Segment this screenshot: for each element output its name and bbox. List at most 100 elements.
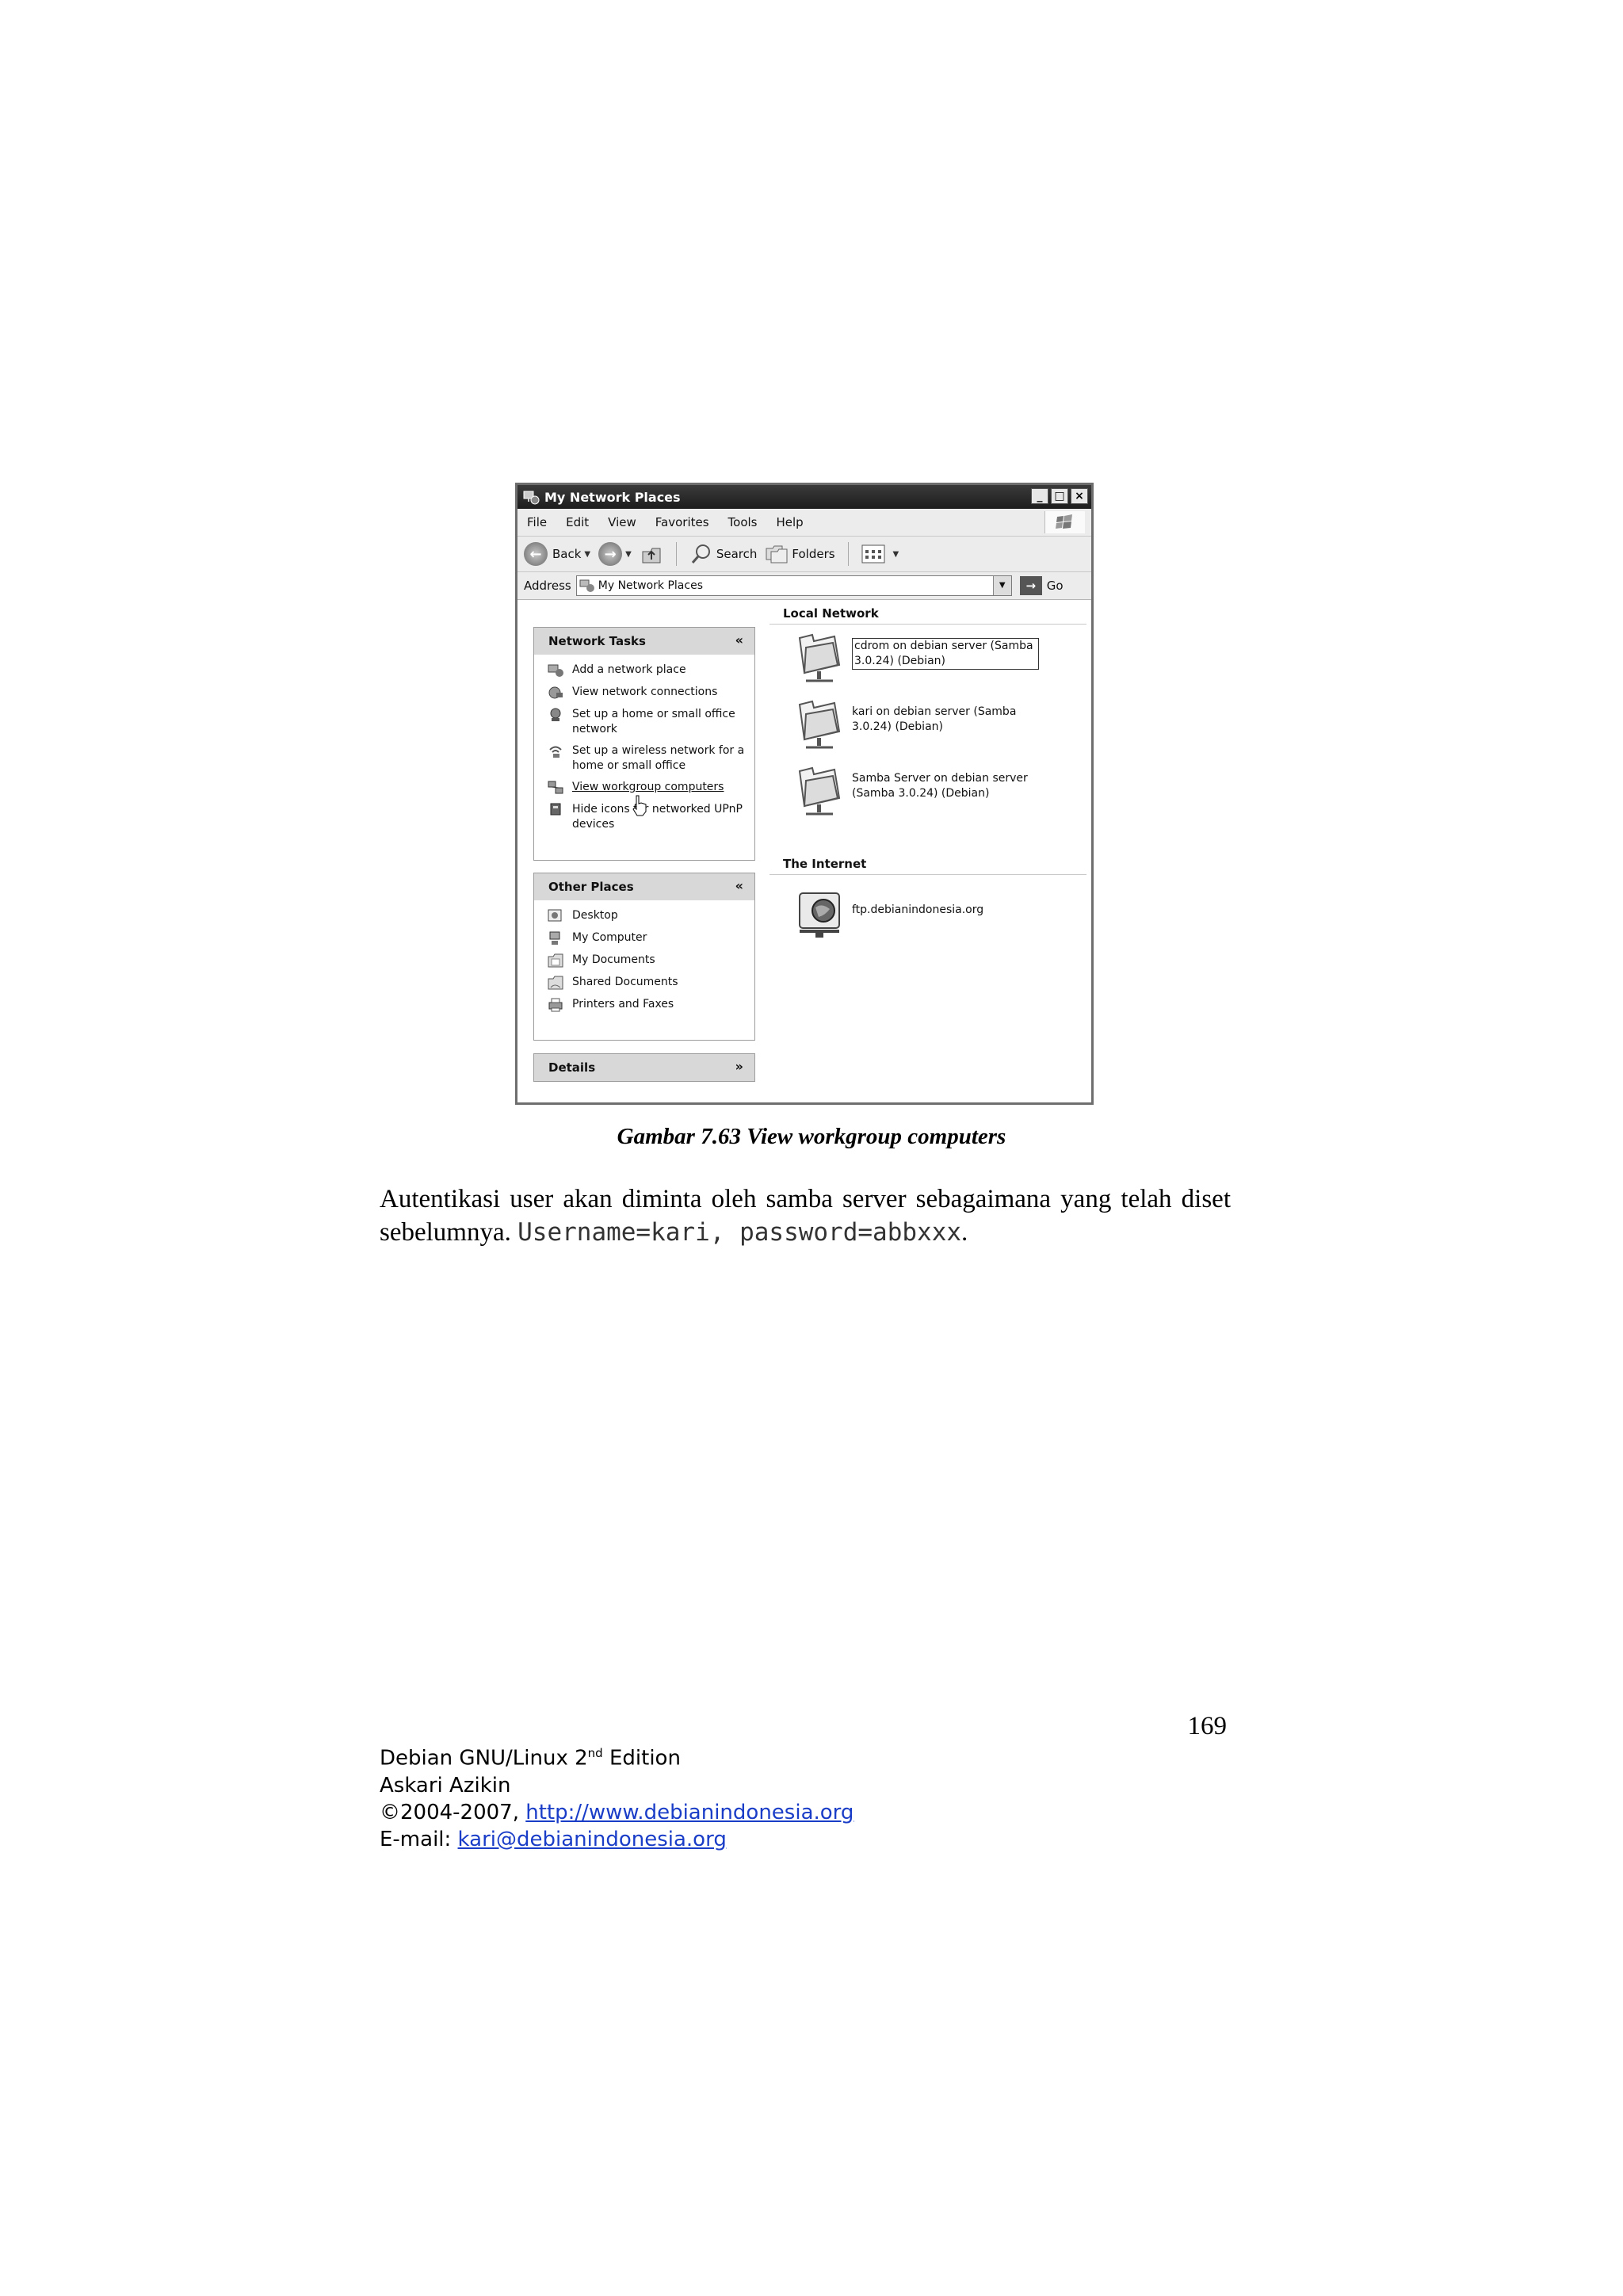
back-label: Back [552, 547, 582, 561]
group-divider [769, 624, 1086, 625]
maximize-button[interactable]: □ [1051, 488, 1068, 504]
back-button[interactable]: ← Back ▼ [524, 542, 590, 566]
add-network-place-icon [548, 664, 563, 677]
other-places-header[interactable]: Other Places « [534, 873, 754, 900]
other-places-title: Other Places [548, 880, 634, 894]
share-cdrom[interactable]: cdrom on debian server (Samba 3.0.24) (D… [795, 630, 1039, 687]
place-desktop[interactable]: Desktop [547, 908, 754, 924]
desktop-icon [548, 909, 562, 922]
body-paragraph: Autentikasi user akan diminta oleh samba… [380, 1182, 1231, 1249]
footer-url-link[interactable]: http://www.debianindonesia.org [525, 1801, 854, 1824]
task-view-network-connections[interactable]: View network connections [547, 685, 754, 701]
page-footer: Debian GNU/Linux 2nd Edition Askari Azik… [380, 1740, 854, 1853]
hand-cursor-icon [632, 795, 647, 816]
toolbar-separator [675, 542, 677, 566]
network-places-icon [523, 491, 540, 505]
footer-email-link[interactable]: kari@debianindonesia.org [458, 1828, 727, 1851]
menu-edit[interactable]: Edit [566, 515, 589, 529]
task-label: View network connections [572, 686, 718, 698]
task-label: Set up a home or small office network [572, 708, 735, 735]
search-button[interactable]: Search [689, 542, 758, 566]
details-header[interactable]: Details » [534, 1054, 754, 1081]
expand-icon[interactable]: » [735, 1059, 743, 1074]
task-label: Set up a wireless network for a home or … [572, 744, 745, 772]
network-tasks-panel: Network Tasks « Add a network place View… [533, 627, 755, 861]
share-label: kari on debian server (Samba 3.0.24) (De… [852, 705, 1017, 733]
collapse-icon[interactable]: « [735, 878, 743, 893]
views-icon [861, 544, 885, 563]
up-folder-button[interactable] [640, 542, 663, 566]
place-label: My Computer [572, 931, 647, 944]
minimize-button[interactable]: _ [1031, 488, 1048, 504]
details-panel: Details » [533, 1053, 755, 1082]
place-my-computer[interactable]: My Computer [547, 930, 754, 946]
share-samba-server[interactable]: Samba Server on debian server (Samba 3.0… [795, 763, 1034, 820]
search-icon [691, 544, 710, 563]
toolbar: ← Back ▼ → ▼ Search Folders ▼ [517, 537, 1091, 572]
menu-view[interactable]: View [608, 515, 636, 529]
network-tasks-title: Network Tasks [548, 634, 646, 648]
place-my-documents[interactable]: My Documents [547, 953, 754, 968]
place-printers-and-faxes[interactable]: Printers and Faxes [547, 997, 754, 1013]
place-label: My Documents [572, 953, 655, 966]
internet-title: The Internet [783, 857, 867, 871]
task-view-workgroup-computers[interactable]: View workgroup computers [547, 780, 754, 796]
go-label: Go [1046, 579, 1064, 593]
task-hide-upnp-icons[interactable]: Hide icons for networked UPnP devices [547, 802, 754, 832]
search-label: Search [716, 547, 758, 561]
collapse-icon[interactable]: « [735, 632, 743, 648]
task-setup-wireless-network[interactable]: Set up a wireless network for a home or … [547, 743, 754, 774]
menu-favorites[interactable]: Favorites [655, 515, 709, 529]
other-places-panel: Other Places « Desktop My Computer My Do… [533, 873, 755, 1041]
go-button[interactable]: → Go [1019, 576, 1064, 595]
explorer-window: My Network Places _ □ × File Edit View F… [515, 483, 1094, 1105]
network-connections-icon [548, 686, 563, 699]
forward-arrow-icon: → [598, 542, 623, 566]
page-number: 169 [1187, 1712, 1228, 1740]
workgroup-computers-icon [548, 781, 563, 794]
views-button[interactable]: ▼ [861, 544, 899, 564]
network-places-icon [579, 579, 594, 592]
address-dropdown-button[interactable]: ▼ [992, 576, 1011, 595]
menu-help[interactable]: Help [777, 515, 804, 529]
home-network-icon [550, 708, 561, 721]
menu-bar: File Edit View Favorites Tools Help [517, 509, 1091, 537]
place-shared-documents[interactable]: Shared Documents [547, 975, 754, 991]
forward-button[interactable]: → ▼ [598, 542, 632, 566]
group-divider [769, 874, 1086, 875]
network-share-folder-icon [798, 766, 841, 816]
ftp-label: ftp.debianindonesia.org [852, 904, 984, 916]
local-network-title: Local Network [783, 606, 879, 621]
chevron-down-icon: ▼ [892, 549, 899, 559]
network-tasks-header[interactable]: Network Tasks « [534, 628, 754, 655]
task-setup-home-network[interactable]: Set up a home or small office network [547, 707, 754, 737]
menu-tools[interactable]: Tools [728, 515, 758, 529]
chevron-down-icon: ▼ [625, 549, 632, 559]
task-add-network-place[interactable]: Add a network place [547, 663, 754, 678]
share-kari[interactable]: kari on debian server (Samba 3.0.24) (De… [795, 697, 1034, 754]
ftp-site[interactable]: ftp.debianindonesia.org [795, 885, 1034, 942]
window-title: My Network Places [544, 489, 681, 505]
wireless-network-icon [549, 746, 562, 758]
back-arrow-icon: ← [524, 542, 548, 566]
title-bar: My Network Places _ □ × [517, 485, 1091, 509]
folders-icon [766, 545, 788, 563]
menu-file[interactable]: File [527, 515, 547, 529]
content-area: Network Tasks « Add a network place View… [517, 600, 1091, 1102]
place-label: Shared Documents [572, 976, 678, 988]
footer-author: Askari Azikin [380, 1773, 511, 1797]
footer-edition: Debian GNU/Linux 2nd Edition [380, 1746, 681, 1771]
task-label: Hide icons for networked UPnP devices [572, 803, 743, 831]
address-value: My Network Places [598, 579, 703, 592]
folders-button[interactable]: Folders [765, 544, 835, 564]
share-label: cdrom on debian server (Samba 3.0.24) (D… [852, 638, 1039, 670]
go-arrow-icon: → [1019, 576, 1042, 595]
address-input[interactable]: My Network Places ▼ [575, 575, 1012, 596]
up-folder-icon [642, 548, 661, 563]
address-label: Address [524, 579, 571, 593]
upnp-devices-icon [550, 803, 561, 816]
credentials-code: Username=kari, password=abbxxx [517, 1218, 962, 1247]
task-label: View workgroup computers [572, 781, 724, 793]
task-label: Add a network place [572, 663, 686, 676]
close-button[interactable]: × [1071, 488, 1088, 504]
